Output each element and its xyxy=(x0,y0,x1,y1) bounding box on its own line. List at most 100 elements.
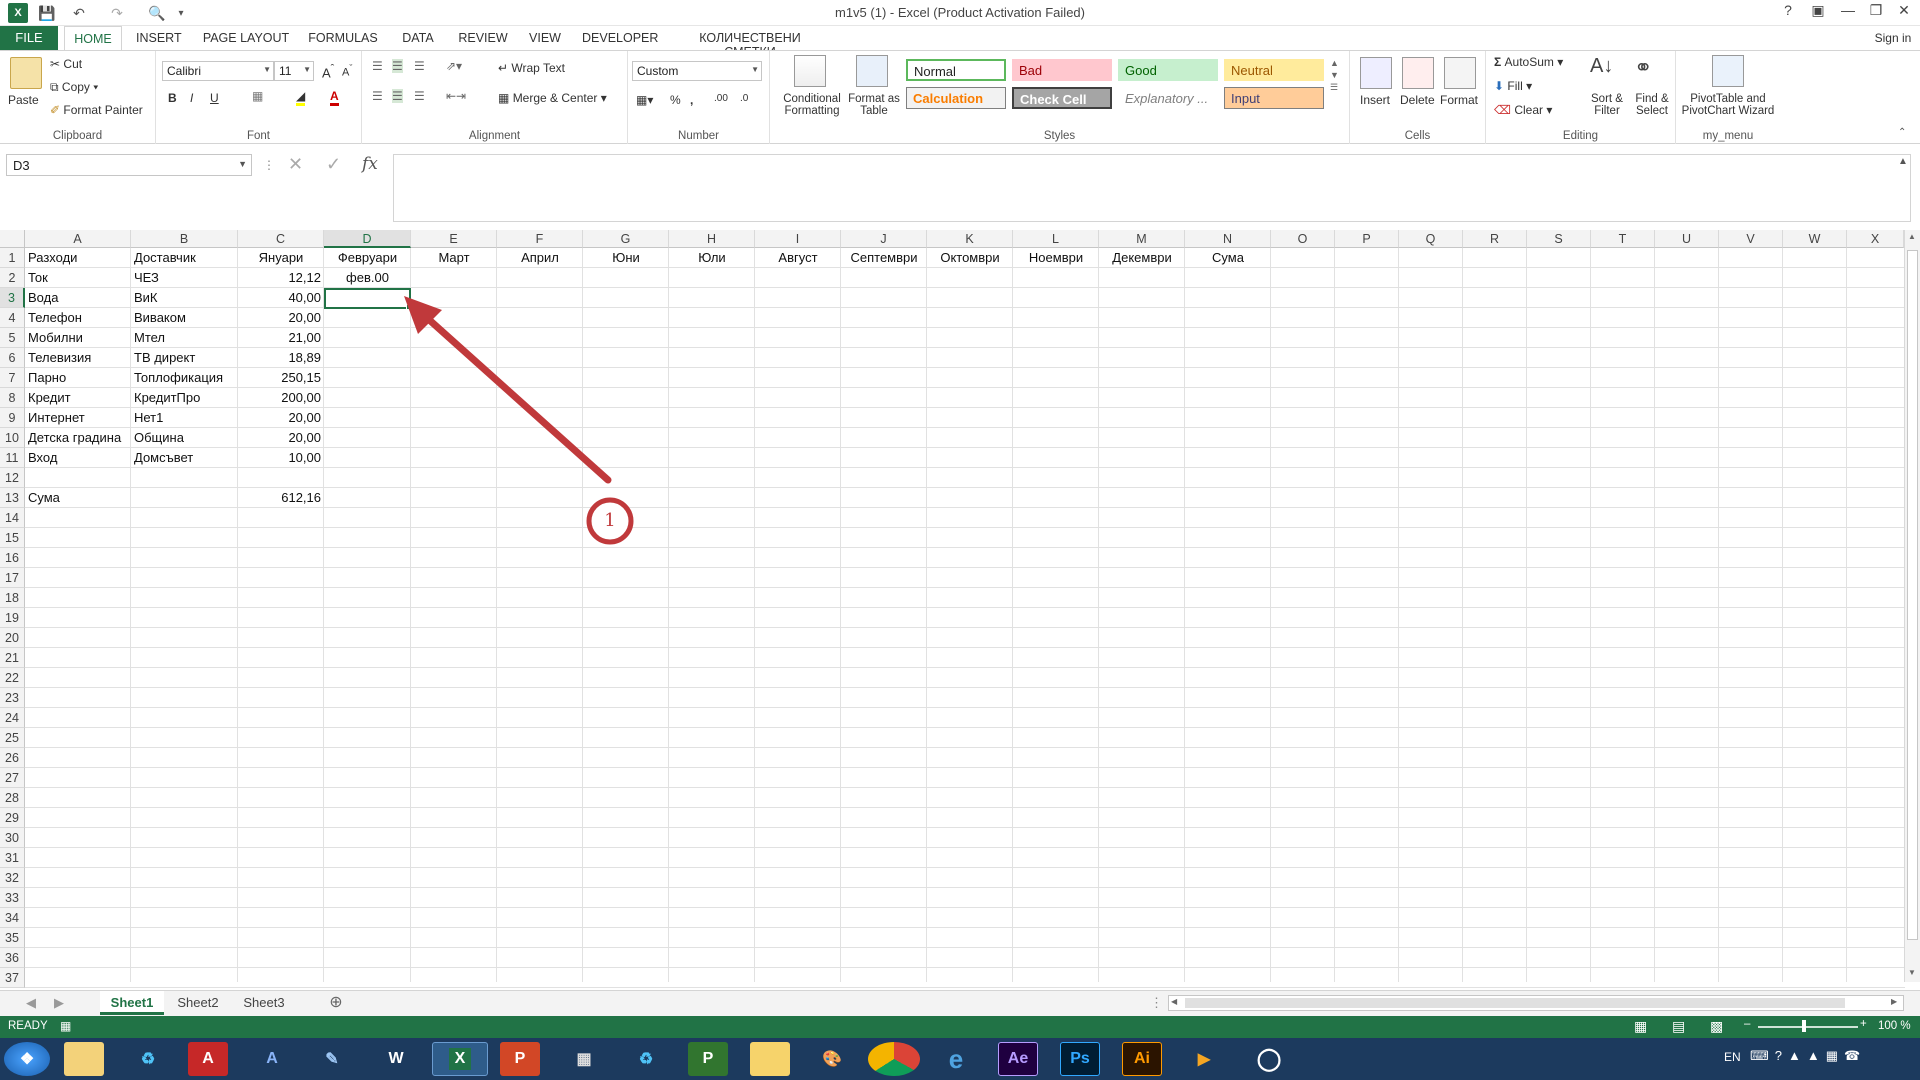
tab-developer[interactable]: DEVELOPER xyxy=(582,29,658,50)
row-header-33[interactable]: 33 xyxy=(0,888,25,908)
column-header-a[interactable]: A xyxy=(25,230,131,248)
row-header-5[interactable]: 5 xyxy=(0,328,25,348)
style-input[interactable]: Input xyxy=(1224,87,1324,109)
style-check-cell[interactable]: Check Cell xyxy=(1012,87,1112,109)
column-header-s[interactable]: S xyxy=(1527,230,1591,248)
cell-c8[interactable]: 200,00 xyxy=(238,388,324,408)
percent-icon[interactable]: % xyxy=(670,93,681,107)
column-header-q[interactable]: Q xyxy=(1399,230,1463,248)
column-header-p[interactable]: P xyxy=(1335,230,1399,248)
row-header-6[interactable]: 6 xyxy=(0,348,25,368)
system-tray-icons[interactable]: ⌨?▲▲▦☎ xyxy=(1750,1048,1866,1064)
fill-button[interactable]: ⬇ Fill ▾ xyxy=(1494,79,1532,93)
row-header-37[interactable]: 37 xyxy=(0,968,25,988)
file-explorer-icon[interactable] xyxy=(64,1042,104,1076)
font-color-icon[interactable]: A xyxy=(330,89,339,106)
row-header-8[interactable]: 8 xyxy=(0,388,25,408)
copy-button[interactable]: ⧉ Copy ▾ xyxy=(50,80,98,95)
increase-decimal-icon[interactable]: .00 xyxy=(714,93,728,104)
cell-b5[interactable]: Мтел xyxy=(131,328,238,348)
add-sheet-icon[interactable]: ⊕ xyxy=(324,991,348,1015)
row-header-11[interactable]: 11 xyxy=(0,448,25,468)
tab-formulas[interactable]: FORMULAS xyxy=(308,29,378,50)
sheet-tab-sheet2[interactable]: Sheet2 xyxy=(166,991,230,1015)
ribbon-display-options-icon[interactable]: ▣ xyxy=(1804,2,1832,22)
cell-d1[interactable]: Февруари xyxy=(324,248,411,268)
cell-a2[interactable]: Ток xyxy=(25,268,131,288)
row-header-4[interactable]: 4 xyxy=(0,308,25,328)
cell-m1[interactable]: Декември xyxy=(1099,248,1185,268)
column-header-f[interactable]: F xyxy=(497,230,583,248)
column-header-o[interactable]: O xyxy=(1271,230,1335,248)
column-header-r[interactable]: R xyxy=(1463,230,1527,248)
page-break-view-icon[interactable]: ▩ xyxy=(1710,1018,1723,1035)
row-header-27[interactable]: 27 xyxy=(0,768,25,788)
zoom-out-icon[interactable]: – xyxy=(1744,1018,1750,1030)
conditional-formatting-button[interactable]: Conditional Formatting xyxy=(776,93,848,117)
insert-button[interactable]: Insert xyxy=(1360,93,1390,107)
scroll-up-icon[interactable]: ▲ xyxy=(1908,232,1916,241)
column-header-d[interactable]: D xyxy=(324,230,411,248)
column-header-g[interactable]: G xyxy=(583,230,669,248)
column-header-l[interactable]: L xyxy=(1013,230,1099,248)
style-calculation[interactable]: Calculation xyxy=(906,87,1006,109)
collapse-ribbon-icon[interactable]: ⌃ xyxy=(1898,127,1906,138)
folder-icon[interactable] xyxy=(750,1042,790,1076)
tab-page-layout[interactable]: PAGE LAYOUT xyxy=(200,29,292,50)
row-header-18[interactable]: 18 xyxy=(0,588,25,608)
sort-filter-button[interactable]: Sort & Filter xyxy=(1586,93,1628,117)
row-header-28[interactable]: 28 xyxy=(0,788,25,808)
style-explanatory[interactable]: Explanatory ... xyxy=(1118,87,1218,109)
row-header-16[interactable]: 16 xyxy=(0,548,25,568)
style-bad[interactable]: Bad xyxy=(1012,59,1112,81)
row-header-26[interactable]: 26 xyxy=(0,748,25,768)
select-all-corner[interactable] xyxy=(0,230,25,248)
delete-cells-icon[interactable] xyxy=(1402,57,1434,89)
cell-b11[interactable]: Домсъвет xyxy=(131,448,238,468)
name-box[interactable]: D3 ▼ xyxy=(6,154,252,176)
cell-c3[interactable]: 40,00 xyxy=(238,288,324,308)
row-header-19[interactable]: 19 xyxy=(0,608,25,628)
increase-font-icon[interactable]: Aˆ xyxy=(322,63,334,80)
format-button[interactable]: Format xyxy=(1440,93,1478,107)
macro-record-icon[interactable]: ▦ xyxy=(60,1019,71,1033)
column-header-e[interactable]: E xyxy=(411,230,497,248)
formula-input[interactable] xyxy=(393,154,1911,222)
fill-color-icon[interactable]: ◢ xyxy=(296,89,306,106)
cell-a5[interactable]: Мобилни xyxy=(25,328,131,348)
tab-home[interactable]: HOME xyxy=(64,26,122,51)
after-effects-icon[interactable]: Ae xyxy=(998,1042,1038,1076)
orientation-icon[interactable]: ⇗▾ xyxy=(446,59,462,73)
cell-j1[interactable]: Септември xyxy=(841,248,927,268)
cell-a9[interactable]: Интернет xyxy=(25,408,131,428)
cell-a11[interactable]: Вход xyxy=(25,448,131,468)
column-header-v[interactable]: V xyxy=(1719,230,1783,248)
tab-review[interactable]: REVIEW xyxy=(458,29,508,50)
row-header-3[interactable]: 3 xyxy=(0,288,25,308)
align-right-icon[interactable]: ☰ xyxy=(414,89,425,103)
row-header-13[interactable]: 13 xyxy=(0,488,25,508)
cell-a10[interactable]: Детска градина xyxy=(25,428,131,448)
internet-explorer-icon[interactable]: e xyxy=(936,1042,976,1076)
recycle-icon[interactable]: ♻ xyxy=(128,1042,168,1076)
styles-scroll-icon[interactable]: ▲ ▼ ☰ xyxy=(1330,57,1339,93)
decrease-decimal-icon[interactable]: .0 xyxy=(740,93,748,104)
row-header-17[interactable]: 17 xyxy=(0,568,25,588)
row-header-35[interactable]: 35 xyxy=(0,928,25,948)
format-cells-icon[interactable] xyxy=(1444,57,1476,89)
cell-a8[interactable]: Кредит xyxy=(25,388,131,408)
media-player-icon[interactable]: ▶ xyxy=(1184,1042,1224,1076)
cell-c9[interactable]: 20,00 xyxy=(238,408,324,428)
row-header-23[interactable]: 23 xyxy=(0,688,25,708)
sort-filter-icon[interactable]: A↓ xyxy=(1590,55,1622,87)
network-icon[interactable]: ♻ xyxy=(626,1042,666,1076)
column-header-j[interactable]: J xyxy=(841,230,927,248)
row-header-21[interactable]: 21 xyxy=(0,648,25,668)
pivot-wizard-button[interactable]: PivotTable and PivotChart Wizard xyxy=(1678,93,1778,117)
zoom-level[interactable]: 100 % xyxy=(1878,1020,1911,1032)
autosum-button[interactable]: Σ AutoSum ▾ xyxy=(1494,55,1563,69)
cell-f1[interactable]: Април xyxy=(497,248,583,268)
autocad-icon[interactable]: A xyxy=(252,1042,292,1076)
top-align-icon[interactable]: ☰ xyxy=(372,59,383,73)
style-good[interactable]: Good xyxy=(1118,59,1218,81)
